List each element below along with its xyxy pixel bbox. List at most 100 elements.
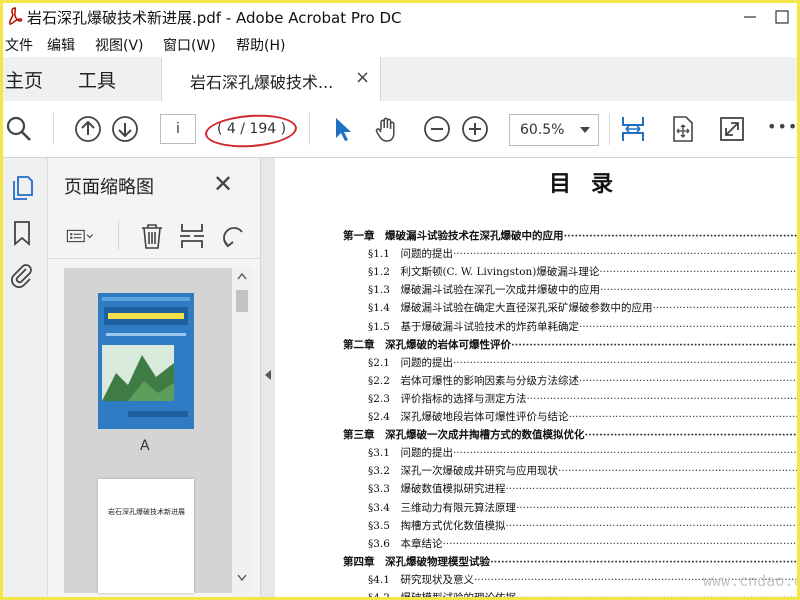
toc-heading: 目录 [549, 171, 634, 197]
toc-section[interactable]: §2.1 问题的提出······························… [368, 355, 797, 373]
toc-section[interactable]: §2.4 深孔爆破地段岩体可爆性评价与结论···················… [368, 409, 797, 427]
more-options-icon[interactable]: ••• [767, 117, 797, 145]
fit-width-icon[interactable] [619, 115, 647, 143]
toc-leader-dots: ········································… [526, 392, 797, 405]
acrobat-app-icon [9, 7, 23, 25]
thumbnail-panel: 页面缩略图 ✕ A 岩石深孔爆破技术新进展 [48, 158, 260, 597]
toc-leader-dots: ········································… [452, 248, 797, 261]
previous-page-icon[interactable] [74, 115, 102, 143]
page-thumbnails-icon[interactable] [9, 174, 35, 200]
delete-page-icon[interactable] [138, 222, 166, 250]
rotate-page-icon[interactable] [220, 222, 248, 250]
panel-title: 页面缩略图 [64, 177, 154, 198]
toc-section[interactable]: §2.2 岩体可爆性的影响因素与分级方法综述··················… [368, 373, 797, 391]
toc-section[interactable]: §1.1 问题的提出······························… [368, 246, 797, 264]
toolbar-separator [53, 113, 54, 145]
document-view[interactable]: 目录 第一章 爆破漏斗试验技术在深孔爆破中的应用················… [275, 158, 797, 597]
minimize-icon[interactable] [739, 6, 761, 28]
toc-leader-dots: ········································… [652, 302, 797, 315]
toc-leader-dots: ········································… [578, 320, 797, 333]
zoom-out-icon[interactable] [423, 115, 451, 143]
toc-entry-text: §3.4 三维动力有限元算法原理 [368, 501, 516, 514]
thumbnail-options-icon[interactable] [66, 222, 94, 250]
tab-close-icon[interactable]: × [355, 67, 370, 88]
toc-leader-dots: ········································… [452, 356, 797, 369]
toc-leader-dots: ········································… [442, 537, 797, 550]
scroll-mode-icon[interactable] [669, 115, 697, 143]
toc-section[interactable]: §3.5 掏槽方式优化数值模拟·························… [368, 518, 797, 536]
toc-section[interactable]: §3.4 三维动力有限元算法原理························… [368, 500, 797, 518]
tab-tools[interactable]: 工具 [78, 66, 116, 93]
menu-file[interactable]: 文件 [5, 35, 33, 55]
toc-leader-dots: ········································… [563, 230, 798, 242]
panel-splitter[interactable] [260, 158, 275, 597]
toc-entry-text: §1.3 爆破漏斗试验在深孔一次成井爆破中的应用 [368, 284, 600, 297]
panel-separator [118, 220, 119, 250]
toc-entry-text: §4.2 爆破模型试验的理论依据 [368, 592, 516, 597]
toc-section[interactable]: §2.3 评价指标的选择与测定方法·······················… [368, 391, 797, 409]
insert-page-icon[interactable] [178, 222, 206, 250]
toc-chapter[interactable]: 第四章 深孔爆破物理模型试验··························… [343, 554, 797, 572]
tab-document-label: 岩石深孔爆破技术... [190, 73, 334, 92]
toc-section[interactable]: §1.3 爆破漏斗试验在深孔一次成井爆破中的应用················… [368, 282, 797, 300]
toc-section[interactable]: §3.2 深孔一次爆破成井研究与应用现状····················… [368, 463, 797, 481]
attachment-icon[interactable] [9, 262, 35, 288]
toc-entry-text: §2.1 问题的提出 [368, 356, 453, 369]
zoom-select[interactable]: 60.5% [509, 114, 599, 146]
toc-entry-text: §3.1 问题的提出 [368, 447, 453, 460]
menu-edit[interactable]: 编辑 [47, 35, 75, 55]
collapse-panel-icon[interactable] [265, 370, 271, 380]
menu-help[interactable]: 帮助(H) [236, 35, 285, 55]
panel-close-icon[interactable]: ✕ [213, 170, 233, 198]
toc-entry-text: 第一章 爆破漏斗试验技术在深孔爆破中的应用 [343, 230, 564, 242]
toc-section[interactable]: §1.4 爆破漏斗试验在确定大直径深孔采矿爆破参数中的应用···········… [368, 300, 797, 318]
toc-entry-text: §2.3 评价指标的选择与测定方法 [368, 392, 527, 405]
hand-tool-icon[interactable] [373, 115, 401, 143]
toc-section[interactable]: §3.6 本章结论·······························… [368, 536, 797, 554]
toc-section[interactable]: §3.1 问题的提出······························… [368, 445, 797, 463]
toc-chapter[interactable]: 第二章 深孔爆破的岩体可爆性评价························… [343, 337, 797, 355]
scroll-down-icon[interactable] [237, 574, 247, 582]
search-icon[interactable] [5, 115, 33, 143]
select-cursor-icon[interactable] [329, 115, 357, 143]
toc-entry-text: 第三章 深孔爆破一次成井掏槽方式的数值模拟优化 [343, 429, 585, 442]
tab-document[interactable]: 岩石深孔爆破技术... × [161, 57, 381, 102]
bookmark-icon[interactable] [9, 220, 35, 246]
toc-section[interactable]: §1.2 利文斯顿(C. W. Livingston)爆破漏斗理论·······… [368, 264, 797, 282]
toolbar: i ( 4 / 194 ) 60.5% ••• [3, 101, 797, 158]
toc-entry-text: §4.1 研究现状及意义 [368, 573, 474, 586]
panel-toolbar [48, 214, 260, 259]
thumbnail-scrollbar[interactable] [232, 268, 252, 593]
watermark: www.cndao.com [703, 572, 797, 590]
thumbnail-list[interactable]: A 岩石深孔爆破技术新进展 [64, 268, 250, 593]
page-thumbnail-cover[interactable] [98, 293, 194, 429]
chevron-down-icon [580, 127, 590, 133]
toc-section[interactable]: §4.2 爆破模型试验的理论依据························… [368, 590, 797, 597]
toolbar-separator [309, 113, 310, 145]
menu-view[interactable]: 视图(V) [95, 35, 144, 55]
menu-bar: 文件 编辑 视图(V) 窗口(W) 帮助(H) [3, 31, 797, 57]
next-page-icon[interactable] [111, 115, 139, 143]
toc-section[interactable]: §1.5 基于爆破漏斗试验技术的炸药单耗确定··················… [368, 319, 797, 337]
full-screen-icon[interactable] [718, 115, 746, 143]
toc-chapter[interactable]: 第三章 深孔爆破一次成井掏槽方式的数值模拟优化·················… [343, 427, 797, 445]
toc-section[interactable]: §3.3 爆破数值模拟研究进程·························… [368, 481, 797, 499]
menu-window[interactable]: 窗口(W) [163, 35, 216, 55]
maximize-icon[interactable] [771, 6, 793, 28]
thumbnail-page-label: A [140, 438, 150, 454]
page-thumbnail-title[interactable]: 岩石深孔爆破技术新进展 [98, 479, 194, 593]
scroll-up-icon[interactable] [237, 272, 247, 280]
toc-leader-dots: ········································… [515, 501, 797, 514]
toc-leader-dots: ········································… [505, 483, 797, 496]
window-title: 岩石深孔爆破技术新进展.pdf - Adobe Acrobat Pro DC [27, 9, 402, 27]
title-bar: 岩石深孔爆破技术新进展.pdf - Adobe Acrobat Pro DC [3, 3, 797, 31]
toc-chapter[interactable]: 第一章 爆破漏斗试验技术在深孔爆破中的应用···················… [343, 228, 797, 246]
annotation-ellipse [203, 111, 299, 151]
scrollbar-thumb[interactable] [236, 290, 248, 312]
toc-leader-dots: ········································… [584, 429, 798, 442]
toc-leader-dots: ········································… [578, 374, 797, 387]
zoom-in-icon[interactable] [461, 115, 489, 143]
toc-entry-text: §3.2 深孔一次爆破成井研究与应用现状 [368, 465, 558, 478]
page-number-input[interactable]: i [160, 114, 196, 144]
tab-home[interactable]: 主页 [5, 66, 43, 93]
